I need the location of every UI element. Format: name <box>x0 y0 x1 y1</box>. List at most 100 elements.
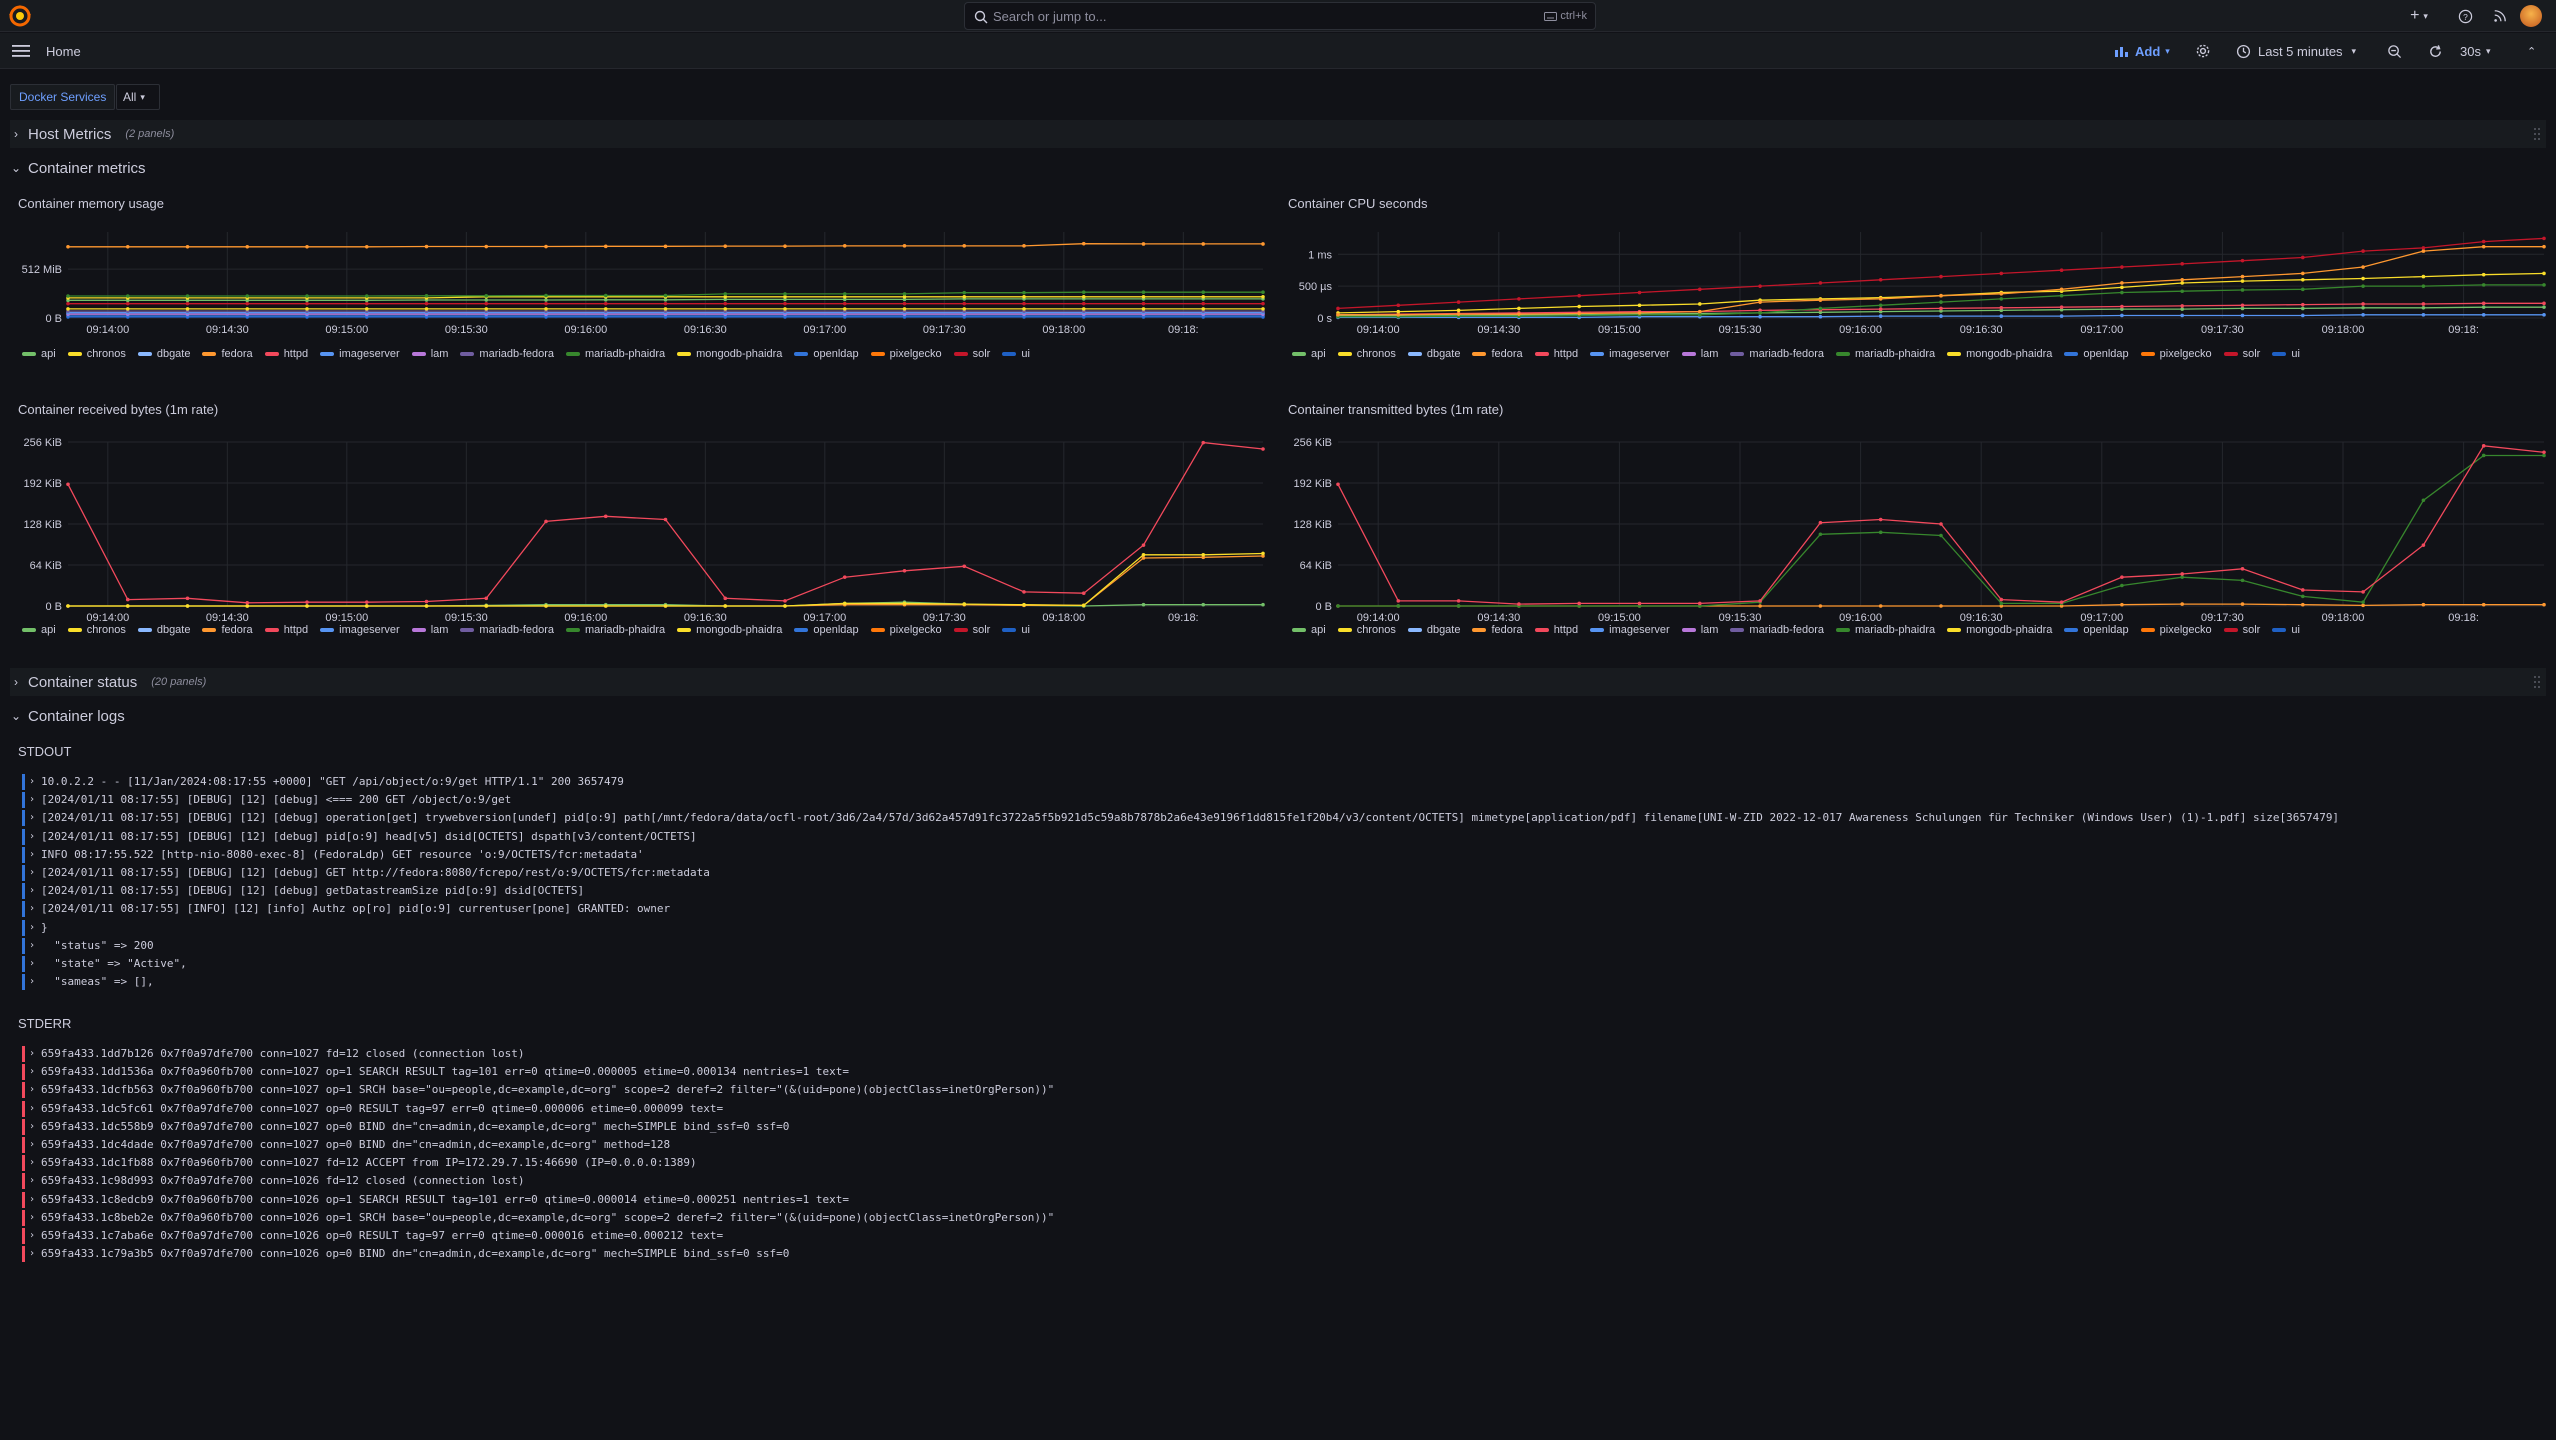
legend-item-imageserver[interactable]: imageserver <box>320 624 400 636</box>
collapse-toolbar-button[interactable]: ⌃ <box>2527 39 2536 63</box>
legend-item-lam[interactable]: lam <box>1681 348 1718 360</box>
panel-cpu[interactable]: Container CPU seconds 0 s 500 µs 1 ms 09:14… <box>1280 196 2546 368</box>
legend-item-api[interactable]: api <box>22 624 56 636</box>
expand-chevron-icon[interactable]: › <box>29 1063 35 1081</box>
expand-chevron-icon[interactable]: › <box>29 1136 35 1154</box>
log-line[interactable]: › INFO 08:17:55.522 [http-nio-8080-exec-8… <box>22 846 2339 864</box>
expand-chevron-icon[interactable]: › <box>29 864 35 882</box>
legend-item-pixelgecko[interactable]: pixelgecko <box>2140 624 2212 636</box>
legend-item-pixelgecko[interactable]: pixelgecko <box>870 348 942 360</box>
log-line[interactable]: › "sameas" => [], <box>22 973 2339 991</box>
legend-item-httpd[interactable]: httpd <box>264 624 308 636</box>
legend-item-imageserver[interactable]: imageserver <box>1590 348 1670 360</box>
legend-item-mariadb-phaidra[interactable]: mariadb-phaidra <box>1836 348 1935 360</box>
legend-item-openldap[interactable]: openldap <box>794 624 859 636</box>
legend-item-mariadb-phaidra[interactable]: mariadb-phaidra <box>1836 624 1935 636</box>
legend-item-mariadb-fedora[interactable]: mariadb-fedora <box>460 624 554 636</box>
drag-handle-icon[interactable] <box>2532 126 2542 142</box>
legend-item-httpd[interactable]: httpd <box>1534 348 1578 360</box>
legend-item-openldap[interactable]: openldap <box>794 348 859 360</box>
grafana-logo-icon[interactable] <box>8 4 32 28</box>
legend-item-fedora[interactable]: fedora <box>202 348 253 360</box>
log-line[interactable]: › [2024/01/11 08:17:55] [INFO] [12] [info… <box>22 900 2339 918</box>
log-line[interactable]: › 659fa433.1c8beb2e 0x7f0a960fb700 conn=1… <box>22 1209 1054 1227</box>
legend-item-mariadb-fedora[interactable]: mariadb-fedora <box>1730 348 1824 360</box>
new-menu-button[interactable]: + ▾ <box>2402 6 2436 26</box>
log-line[interactable]: › 659fa433.1c98d993 0x7f0a97dfe700 conn=1… <box>22 1172 1054 1190</box>
expand-chevron-icon[interactable]: › <box>29 955 35 973</box>
legend-item-mongodb-phaidra[interactable]: mongodb-phaidra <box>677 624 782 636</box>
expand-chevron-icon[interactable]: › <box>29 1209 35 1227</box>
log-line[interactable]: › [2024/01/11 08:17:55] [DEBUG] [12] [deb… <box>22 882 2339 900</box>
expand-chevron-icon[interactable]: › <box>29 937 35 955</box>
legend-item-dbgate[interactable]: dbgate <box>1407 348 1460 360</box>
refresh-button[interactable] <box>2428 39 2443 63</box>
add-button[interactable]: Add ▾ <box>2114 39 2170 63</box>
panel-received[interactable]: Container received bytes (1m rate) 0 B 64… <box>10 402 1265 638</box>
help-icon[interactable]: ? <box>2455 6 2475 26</box>
legend-item-fedora[interactable]: fedora <box>202 624 253 636</box>
expand-chevron-icon[interactable]: › <box>29 900 35 918</box>
legend-item-mariadb-fedora[interactable]: mariadb-fedora <box>460 348 554 360</box>
legend-item-ui[interactable]: ui <box>1002 348 1030 360</box>
legend-item-pixelgecko[interactable]: pixelgecko <box>870 624 942 636</box>
log-line[interactable]: › "state" => "Active", <box>22 955 2339 973</box>
expand-chevron-icon[interactable]: › <box>29 809 35 827</box>
log-line[interactable]: › 659fa433.1dc5fc61 0x7f0a97dfe700 conn=1… <box>22 1100 1054 1118</box>
search-bar[interactable]: Search or jump to... ctrl+k <box>964 2 1596 30</box>
expand-chevron-icon[interactable]: › <box>29 1045 35 1063</box>
legend-item-ui[interactable]: ui <box>2272 624 2300 636</box>
legend-item-solr[interactable]: solr <box>953 624 990 636</box>
drag-handle-icon[interactable] <box>2532 674 2542 690</box>
log-line[interactable]: › 659fa433.1dc4dade 0x7f0a97dfe700 conn=1… <box>22 1136 1054 1154</box>
expand-chevron-icon[interactable]: › <box>29 1100 35 1118</box>
legend-item-mongodb-phaidra[interactable]: mongodb-phaidra <box>1947 624 2052 636</box>
row-container-status[interactable]: › Container status (20 panels) <box>10 668 2546 696</box>
legend-item-mariadb-phaidra[interactable]: mariadb-phaidra <box>566 348 665 360</box>
legend-item-solr[interactable]: solr <box>953 348 990 360</box>
legend-item-api[interactable]: api <box>1292 624 1326 636</box>
legend-item-fedora[interactable]: fedora <box>1472 624 1523 636</box>
legend-item-chronos[interactable]: chronos <box>67 348 126 360</box>
user-avatar[interactable] <box>2520 5 2542 27</box>
legend-item-chronos[interactable]: chronos <box>1337 348 1396 360</box>
log-line[interactable]: › [2024/01/11 08:17:55] [DEBUG] [12] [deb… <box>22 864 2339 882</box>
legend-item-mariadb-phaidra[interactable]: mariadb-phaidra <box>566 624 665 636</box>
expand-chevron-icon[interactable]: › <box>29 882 35 900</box>
log-line[interactable]: › [2024/01/11 08:17:55] [DEBUG] [12] [deb… <box>22 828 2339 846</box>
expand-chevron-icon[interactable]: › <box>29 1172 35 1190</box>
expand-chevron-icon[interactable]: › <box>29 846 35 864</box>
log-line[interactable]: › 659fa433.1c8edcb9 0x7f0a960fb700 conn=1… <box>22 1191 1054 1209</box>
expand-chevron-icon[interactable]: › <box>29 1227 35 1245</box>
legend-item-openldap[interactable]: openldap <box>2064 348 2129 360</box>
expand-chevron-icon[interactable]: › <box>29 1191 35 1209</box>
legend-item-imageserver[interactable]: imageserver <box>1590 624 1670 636</box>
legend-item-mongodb-phaidra[interactable]: mongodb-phaidra <box>1947 348 2052 360</box>
log-line[interactable]: › 659fa433.1c7aba6e 0x7f0a97dfe700 conn=1… <box>22 1227 1054 1245</box>
log-line[interactable]: › 659fa433.1dc558b9 0x7f0a97dfe700 conn=1… <box>22 1118 1054 1136</box>
expand-chevron-icon[interactable]: › <box>29 791 35 809</box>
legend-item-api[interactable]: api <box>22 348 56 360</box>
expand-chevron-icon[interactable]: › <box>29 973 35 991</box>
log-line[interactable]: › [2024/01/11 08:17:55] [DEBUG] [12] [deb… <box>22 791 2339 809</box>
legend-item-mariadb-fedora[interactable]: mariadb-fedora <box>1730 624 1824 636</box>
legend-item-lam[interactable]: lam <box>411 348 448 360</box>
legend-item-openldap[interactable]: openldap <box>2064 624 2129 636</box>
legend-item-httpd[interactable]: httpd <box>1534 624 1578 636</box>
legend-item-api[interactable]: api <box>1292 348 1326 360</box>
legend-item-ui[interactable]: ui <box>1002 624 1030 636</box>
expand-chevron-icon[interactable]: › <box>29 1081 35 1099</box>
row-container-logs[interactable]: ⌄ Container logs <box>10 702 2546 730</box>
expand-chevron-icon[interactable]: › <box>29 773 35 791</box>
legend-item-dbgate[interactable]: dbgate <box>1407 624 1460 636</box>
log-line[interactable]: › 10.0.2.2 - - [11/Jan/2024:08:17:55 +000… <box>22 773 2339 791</box>
legend-item-dbgate[interactable]: dbgate <box>137 624 190 636</box>
log-line[interactable]: › 659fa433.1dd7b126 0x7f0a97dfe700 conn=1… <box>22 1045 1054 1063</box>
log-line[interactable]: › "status" => 200 <box>22 937 2339 955</box>
dashboard-settings-button[interactable] <box>2195 39 2211 63</box>
expand-chevron-icon[interactable]: › <box>29 919 35 937</box>
legend-item-pixelgecko[interactable]: pixelgecko <box>2140 348 2212 360</box>
legend-item-ui[interactable]: ui <box>2272 348 2300 360</box>
panel-memory[interactable]: Container memory usage 0 B 512 MiB 09:14:0… <box>10 196 1265 368</box>
legend-item-lam[interactable]: lam <box>1681 624 1718 636</box>
